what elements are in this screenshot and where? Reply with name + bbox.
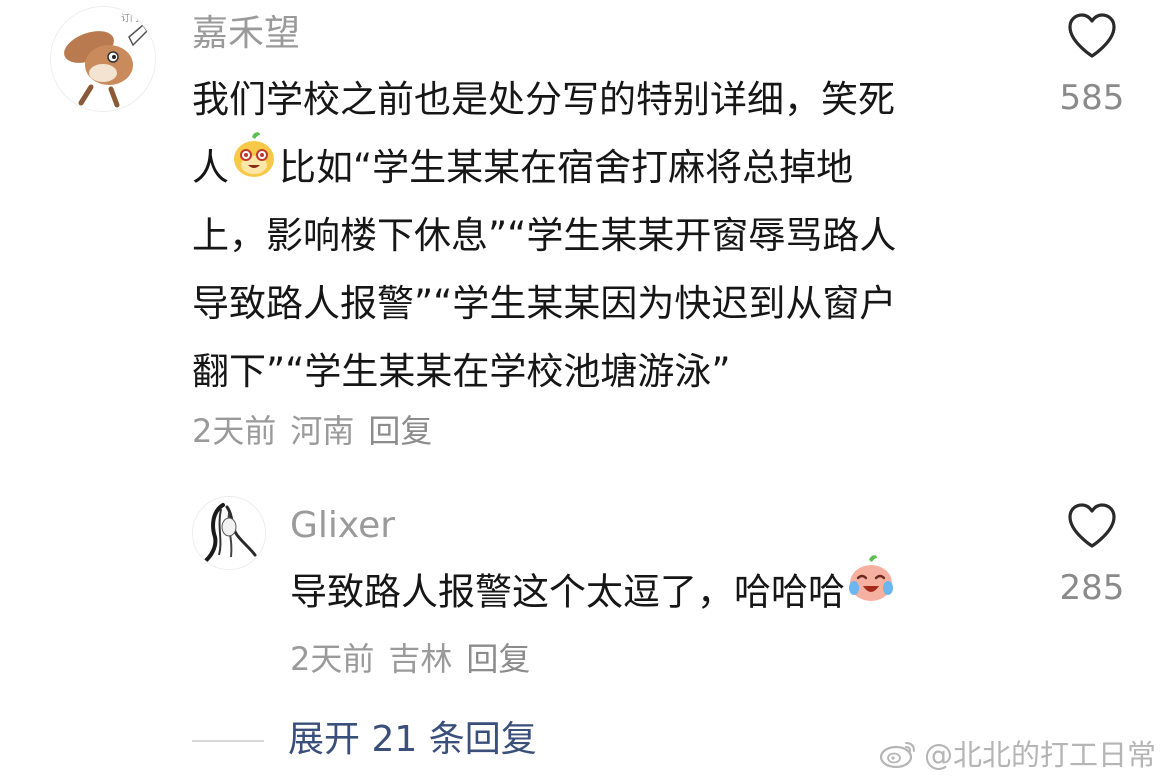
comment-text-line: 导致路人报警”“学生某某因为快迟到从窗户 [192, 282, 897, 325]
location: 吉林 [388, 640, 453, 678]
like-button[interactable]: 285 [1042, 502, 1142, 608]
comment-text-segment: 导致路人报警这个太逗了，哈哈哈 [290, 570, 845, 614]
weibo-logo-icon [879, 742, 915, 769]
svg-text:订门: 订门 [121, 12, 139, 24]
crying-laughing-emoji-icon [846, 554, 896, 626]
comment-text: 我们学校之前也是处分写的特别详细，笑死 人 比如“学生某某在宿舍打麻将总掉地 上… [192, 66, 896, 406]
like-count: 285 [1059, 568, 1125, 608]
like-count: 585 [1059, 78, 1125, 118]
laughing-face-emoji-icon [230, 131, 278, 201]
watermark: @北北的打工日常 [878, 732, 1156, 774]
comment-text-line: 导致路人报警这个太逗了，哈哈哈 [290, 555, 897, 626]
comment-text-line: 我们学校之前也是处分写的特别详细，笑死 [192, 78, 895, 121]
comment-meta: 2天前 河南 回复 [192, 408, 446, 454]
ink-sketch-avatar-icon [193, 497, 265, 569]
comment-meta: 2天前 吉林 回复 [290, 636, 544, 682]
like-button[interactable]: 585 [1042, 12, 1142, 118]
comment-text-segment: 比如“学生某某在宿舍打麻将总掉地 [279, 146, 854, 189]
cartoon-squirrel-avatar-icon: 订门 [51, 7, 155, 111]
heart-icon [1068, 13, 1116, 58]
username[interactable]: Glixer [290, 500, 395, 552]
expand-replies-button[interactable]: 展开 21 条回复 [288, 712, 537, 768]
comment-text-line: 翻下”“学生某某在学校池塘游泳” [192, 350, 731, 393]
reply-button[interactable]: 回复 [368, 412, 432, 450]
timestamp: 2天前 [192, 412, 277, 450]
username[interactable]: 嘉禾望 [192, 8, 300, 60]
comment-text: 导致路人报警这个太逗了，哈哈哈 [290, 555, 897, 626]
avatar[interactable] [192, 496, 266, 570]
comment-text-line: 上，影响楼下休息”“学生某某开窗辱骂路人 [192, 214, 897, 257]
avatar[interactable]: 订门 [50, 6, 156, 112]
comment-text-segment: 人 [192, 146, 229, 189]
comment-text-line: 人 比如“学生某某在宿舍打麻将总掉地 [192, 131, 896, 202]
reply-button[interactable]: 回复 [466, 640, 530, 678]
location: 河南 [290, 412, 355, 450]
divider [192, 740, 264, 742]
timestamp: 2天前 [290, 640, 375, 678]
watermark-text: @北北的打工日常 [923, 738, 1156, 772]
heart-icon [1068, 503, 1116, 548]
